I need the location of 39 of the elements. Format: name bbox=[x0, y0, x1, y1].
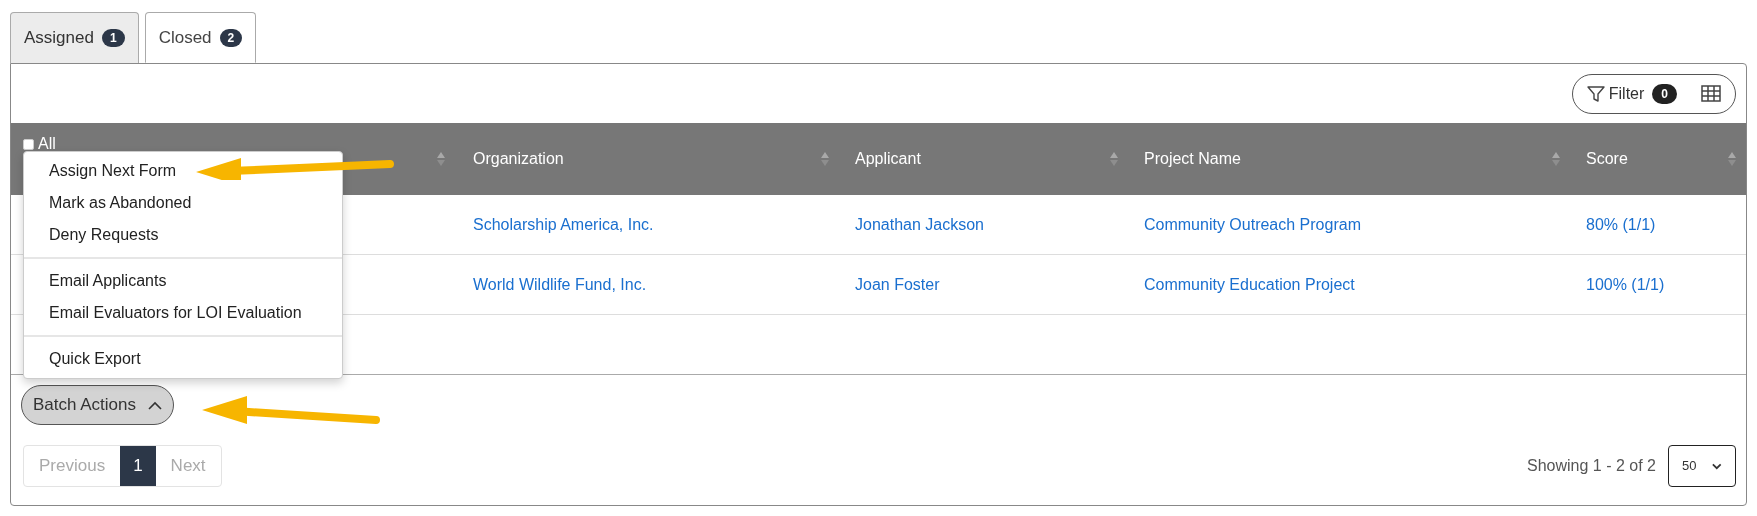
tab[interactable]: Closed 2 bbox=[144, 12, 257, 63]
menu-item[interactable]: Quick Export bbox=[24, 343, 342, 375]
menu-item[interactable]: Mark as Abandoned bbox=[24, 187, 342, 219]
menu-item[interactable]: Assign Next Form bbox=[24, 155, 342, 187]
sort-icon[interactable] bbox=[821, 151, 829, 167]
chevron-down-icon bbox=[1712, 462, 1722, 470]
table-icon[interactable] bbox=[1701, 85, 1721, 102]
sort-icon[interactable] bbox=[1110, 151, 1118, 167]
select-all-label: All bbox=[38, 134, 56, 154]
table-link[interactable]: Scholarship America, Inc. bbox=[473, 212, 654, 237]
page-button[interactable]: 1 bbox=[120, 446, 156, 486]
table-link[interactable]: Jonathan Jackson bbox=[855, 212, 984, 237]
filter-button[interactable]: Filter 0 bbox=[1586, 81, 1677, 106]
table-link[interactable]: 100% (1/1) bbox=[1586, 272, 1665, 297]
batch-actions-button[interactable]: Batch Actions bbox=[21, 385, 174, 425]
checkbox[interactable] bbox=[23, 138, 34, 150]
tab[interactable]: Assigned 1 bbox=[10, 12, 139, 63]
column-header: Applicant bbox=[855, 149, 921, 169]
menu-item[interactable]: Deny Requests bbox=[24, 219, 342, 251]
page-size-select[interactable]: 50 bbox=[1668, 445, 1736, 487]
column-header: Organization bbox=[473, 149, 564, 169]
sort-icon[interactable] bbox=[1728, 151, 1736, 167]
count-badge: 0 bbox=[1652, 83, 1677, 104]
menu-item[interactable]: Email Applicants bbox=[24, 265, 342, 297]
results-summary: Showing 1 - 2 of 2 bbox=[1527, 456, 1656, 476]
caret-icon bbox=[148, 400, 162, 410]
table-link[interactable]: Community Outreach Program bbox=[1144, 212, 1361, 237]
count-badge: 1 bbox=[101, 29, 125, 47]
table-link[interactable]: 80% (1/1) bbox=[1586, 212, 1656, 237]
column-header: Score bbox=[1586, 149, 1628, 169]
count-badge: 2 bbox=[219, 28, 243, 47]
sort-icon[interactable] bbox=[437, 151, 445, 167]
table-link[interactable]: Joan Foster bbox=[855, 272, 940, 297]
filter-icon bbox=[1586, 84, 1605, 103]
sort-icon[interactable] bbox=[1552, 151, 1560, 167]
table-link[interactable]: World Wildlife Fund, Inc. bbox=[473, 272, 647, 297]
column-header: Project Name bbox=[1144, 149, 1241, 169]
menu-item[interactable]: Email Evaluators for LOI Evaluation bbox=[24, 297, 342, 329]
table-link[interactable]: Community Education Project bbox=[1144, 272, 1355, 297]
